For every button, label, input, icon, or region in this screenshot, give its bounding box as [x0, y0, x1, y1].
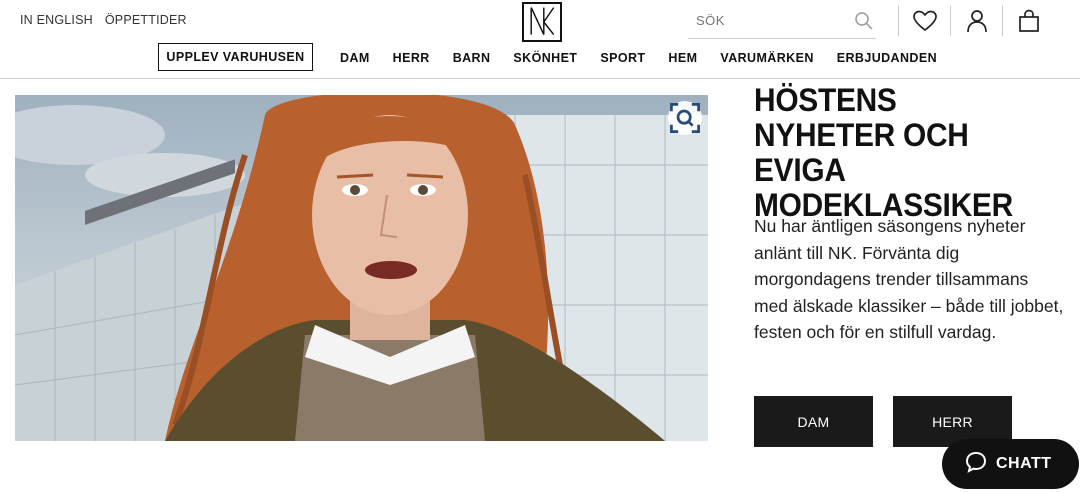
- hero-image: [15, 95, 708, 441]
- user-icon[interactable]: [964, 8, 990, 34]
- hero-title: HÖSTENS NYHETER OCH EVIGA MODEKLASSIKER: [754, 82, 1013, 223]
- chat-button[interactable]: CHATT: [942, 439, 1079, 489]
- header-divider: [0, 78, 1080, 79]
- nav-item-erbjudanden[interactable]: ERBJUDANDEN: [837, 51, 937, 65]
- divider: [950, 6, 951, 36]
- nav-item-varumarken[interactable]: VARUMÄRKEN: [720, 51, 813, 65]
- hero-body-text: Nu har äntligen säsongens nyheter anlänt…: [754, 216, 1064, 342]
- nav-item-barn[interactable]: BARN: [453, 51, 491, 65]
- nav-item-dam[interactable]: DAM: [340, 51, 370, 65]
- nav-item-sport[interactable]: SPORT: [600, 51, 645, 65]
- hero-illustration: [15, 95, 708, 441]
- search-icon[interactable]: [854, 11, 874, 31]
- nk-logo-mark: [530, 7, 555, 36]
- divider: [898, 6, 899, 36]
- nav-item-herr[interactable]: HERR: [393, 51, 430, 65]
- nav-item-hem[interactable]: HEM: [668, 51, 697, 65]
- chat-bubble-icon: [964, 450, 988, 479]
- main-nav: DAM HERR BARN SKÖNHET SPORT HEM VARUMÄRK…: [340, 51, 960, 65]
- shopping-bag-icon[interactable]: [1016, 8, 1042, 34]
- nk-logo[interactable]: [522, 2, 562, 42]
- search-input[interactable]: [688, 3, 838, 37]
- upplev-varuhusen-button[interactable]: UPPLEV VARUHUSEN: [158, 43, 313, 71]
- chat-label: CHATT: [996, 455, 1052, 472]
- dam-button[interactable]: DAM: [754, 396, 873, 447]
- opening-hours-link[interactable]: ÖPPETTIDER: [105, 13, 187, 27]
- in-english-link[interactable]: IN ENGLISH: [20, 13, 93, 27]
- heart-icon[interactable]: [912, 8, 938, 34]
- nav-item-skonhet[interactable]: SKÖNHET: [513, 51, 577, 65]
- divider: [1002, 6, 1003, 36]
- utility-links: IN ENGLISH ÖPPETTIDER: [20, 13, 187, 27]
- search-box: [688, 3, 876, 39]
- visual-search-icon[interactable]: [668, 101, 702, 135]
